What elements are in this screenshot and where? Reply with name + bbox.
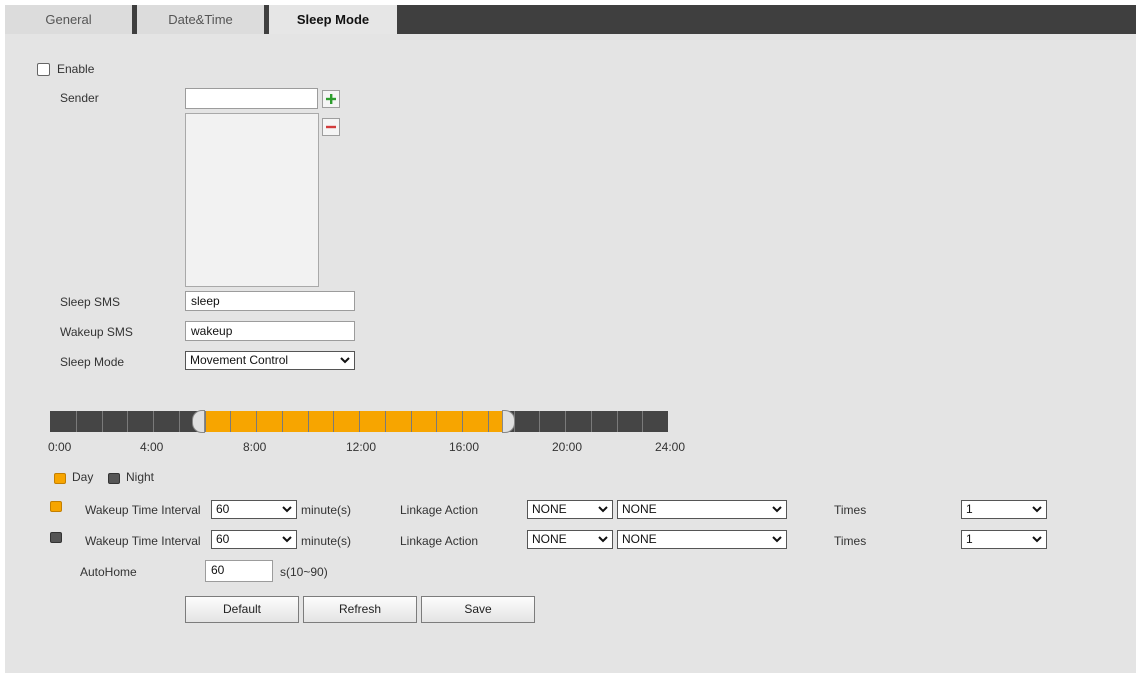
day-start-handle[interactable]	[192, 410, 206, 433]
chevron-down-icon	[598, 536, 608, 543]
hour-separator	[230, 411, 231, 432]
chevron-down-icon	[282, 506, 292, 513]
hour-separator	[282, 411, 283, 432]
hour-separator	[333, 411, 334, 432]
content-panel	[5, 34, 1136, 673]
day-interval-select[interactable]: 60	[211, 500, 297, 519]
wakeup-sms-label: Wakeup SMS	[60, 325, 133, 339]
day-interval-value: 60	[216, 502, 230, 516]
day-linkage-select-1[interactable]: NONE	[527, 500, 613, 519]
day-times-select[interactable]: 1	[961, 500, 1047, 519]
timeline-tick-label: 0:00	[48, 440, 72, 454]
night-linkage-select-1[interactable]: NONE	[527, 530, 613, 549]
hour-separator	[436, 411, 437, 432]
tab-general[interactable]: General	[5, 5, 132, 34]
hour-separator	[591, 411, 592, 432]
timeline-tick-label: 4:00	[140, 440, 164, 454]
refresh-button[interactable]: Refresh	[303, 596, 417, 623]
minus-icon	[326, 125, 336, 129]
hour-separator	[642, 411, 643, 432]
sleep-mode-value: Movement Control	[190, 353, 289, 367]
day-interval-unit: minute(s)	[301, 503, 352, 517]
night-times-select[interactable]: 1	[961, 530, 1047, 549]
day-linkage-value-2: NONE	[622, 502, 657, 516]
night-times-label: Times	[834, 534, 867, 548]
chevron-down-icon	[282, 536, 292, 543]
sender-input[interactable]	[185, 88, 318, 109]
timeline-tick-label: 8:00	[243, 440, 267, 454]
hour-separator	[153, 411, 154, 432]
tab-bar: General Date&Time Sleep Mode	[5, 5, 1136, 34]
hour-separator	[76, 411, 77, 432]
night-row-swatch	[50, 532, 62, 543]
night-times-value: 1	[966, 532, 973, 546]
night-linkage-label: Linkage Action	[400, 534, 479, 548]
sender-list[interactable]	[185, 113, 319, 287]
hour-separator	[539, 411, 540, 432]
hour-separator	[385, 411, 386, 432]
day-interval-label: Wakeup Time Interval	[85, 503, 201, 517]
day-legend-label: Day	[72, 470, 94, 484]
autohome-label: AutoHome	[80, 565, 137, 579]
night-interval-value: 60	[216, 532, 230, 546]
plus-icon	[326, 94, 336, 104]
sleep-mode-select[interactable]: Movement Control	[185, 351, 355, 370]
sleep-sms-label: Sleep SMS	[60, 295, 121, 309]
night-legend-swatch	[108, 473, 120, 484]
day-linkage-value-1: NONE	[532, 502, 567, 516]
remove-sender-button[interactable]	[322, 118, 340, 136]
hour-separator	[462, 411, 463, 432]
timeline-tick-label: 16:00	[449, 440, 480, 454]
enable-label: Enable	[57, 62, 95, 76]
sleep-sms-input[interactable]: sleep	[185, 291, 355, 311]
enable-checkbox[interactable]	[37, 63, 50, 76]
hour-separator	[205, 411, 206, 432]
day-legend-swatch	[54, 473, 66, 484]
save-button[interactable]: Save	[421, 596, 535, 623]
hour-separator	[256, 411, 257, 432]
night-interval-unit: minute(s)	[301, 534, 352, 548]
timeline-bar[interactable]	[50, 410, 668, 433]
day-linkage-label: Linkage Action	[400, 503, 479, 517]
night-linkage-select-2[interactable]: NONE	[617, 530, 787, 549]
autohome-range: s(10~90)	[280, 565, 328, 579]
chevron-down-icon	[772, 506, 782, 513]
add-sender-button[interactable]	[322, 90, 340, 108]
timeline-tick-label: 24:00	[655, 440, 686, 454]
chevron-down-icon	[598, 506, 608, 513]
hour-separator	[127, 411, 128, 432]
hour-separator	[411, 411, 412, 432]
night-interval-label: Wakeup Time Interval	[85, 534, 201, 548]
night-linkage-value-1: NONE	[532, 532, 567, 546]
wakeup-sms-input[interactable]: wakeup	[185, 321, 355, 341]
timeline-tick-label: 20:00	[552, 440, 583, 454]
day-row-swatch	[50, 501, 62, 512]
hour-separator	[565, 411, 566, 432]
chevron-down-icon	[340, 357, 350, 364]
default-button[interactable]: Default	[185, 596, 299, 623]
night-interval-select[interactable]: 60	[211, 530, 297, 549]
hour-separator	[308, 411, 309, 432]
tab-sleep-mode[interactable]: Sleep Mode	[269, 5, 397, 34]
day-times-value: 1	[966, 502, 973, 516]
chevron-down-icon	[1032, 536, 1042, 543]
autohome-input[interactable]: 60	[205, 560, 273, 582]
tab-date-time[interactable]: Date&Time	[137, 5, 264, 34]
hour-separator	[359, 411, 360, 432]
day-linkage-select-2[interactable]: NONE	[617, 500, 787, 519]
hour-separator	[617, 411, 618, 432]
chevron-down-icon	[1032, 506, 1042, 513]
chevron-down-icon	[772, 536, 782, 543]
day-times-label: Times	[834, 503, 867, 517]
hour-separator	[102, 411, 103, 432]
hour-separator	[179, 411, 180, 432]
timeline-tick-label: 12:00	[346, 440, 377, 454]
night-legend-label: Night	[126, 470, 155, 484]
sender-label: Sender	[60, 91, 99, 105]
night-linkage-value-2: NONE	[622, 532, 657, 546]
hour-separator	[488, 411, 489, 432]
sleep-mode-label: Sleep Mode	[60, 355, 125, 369]
